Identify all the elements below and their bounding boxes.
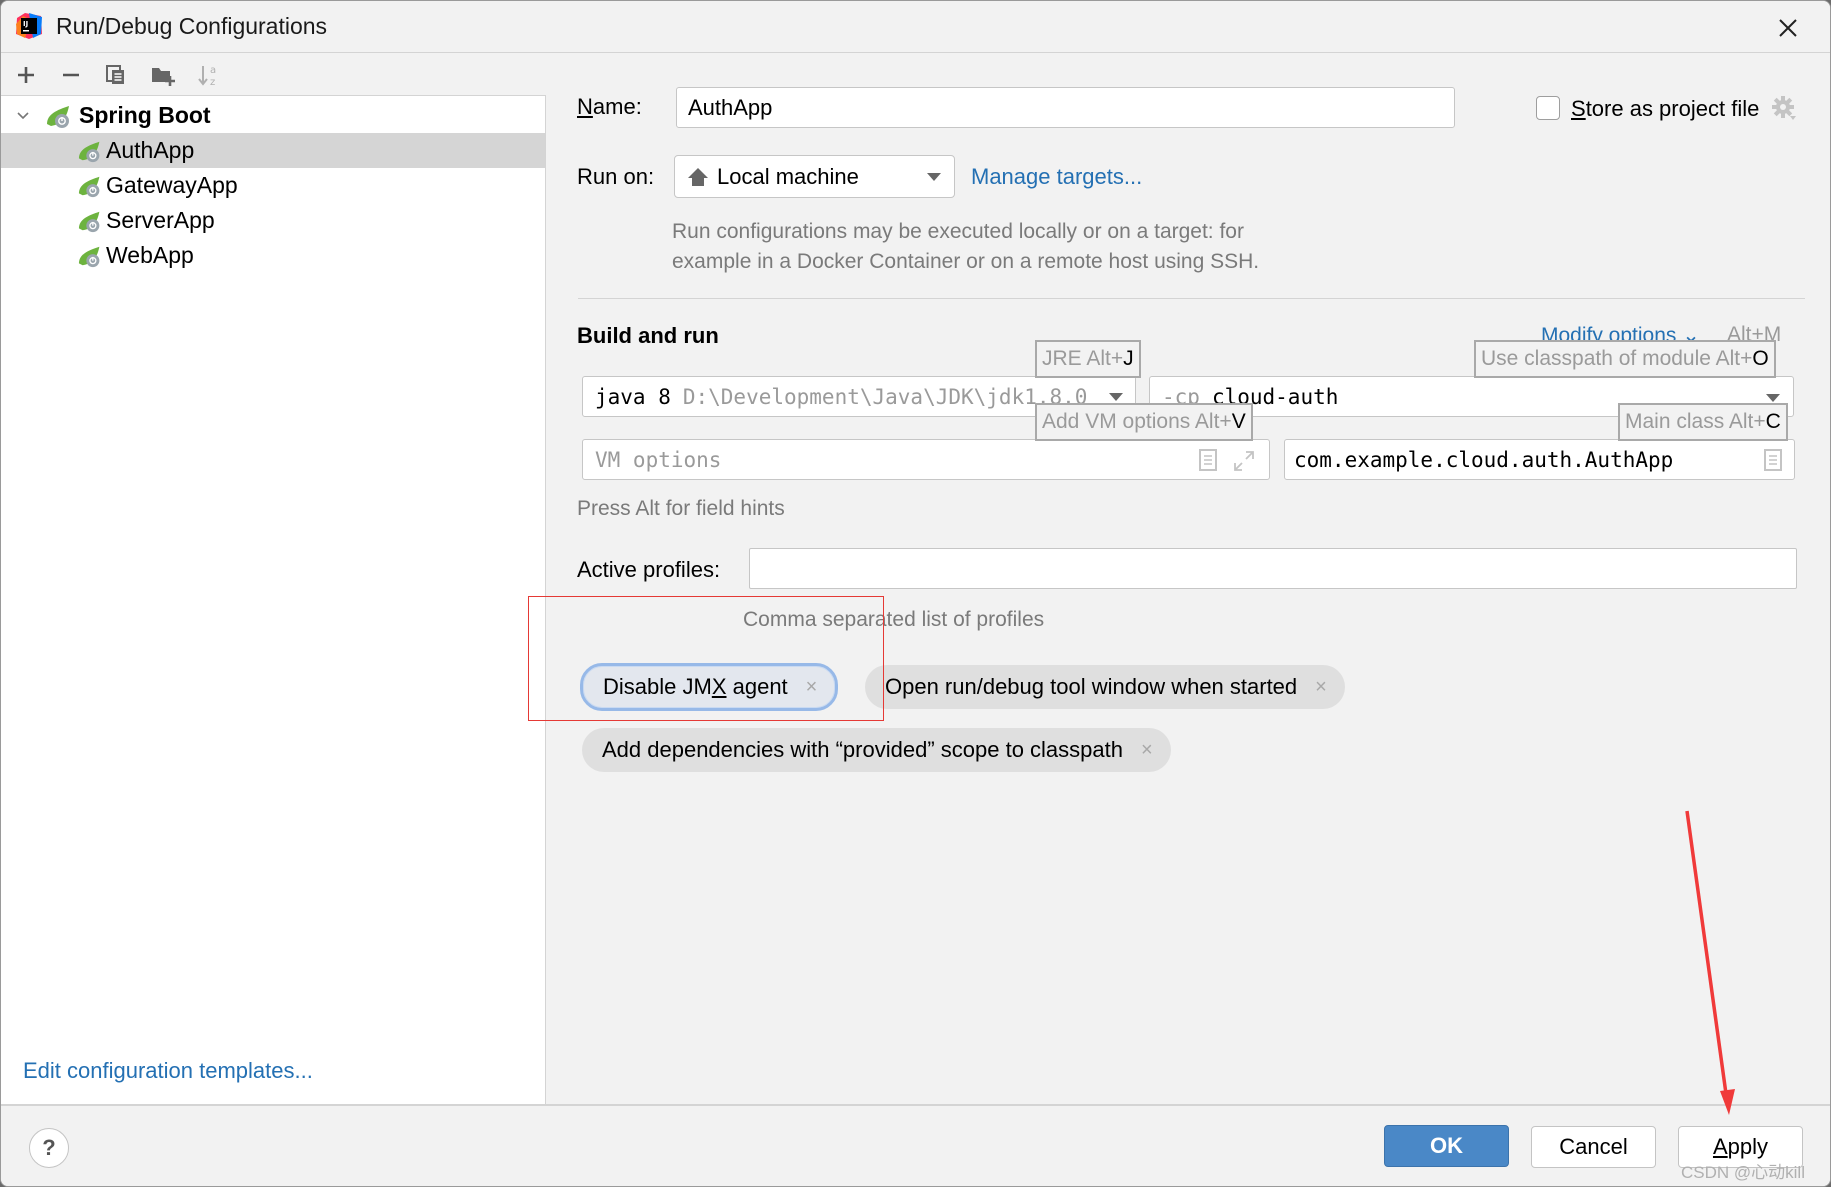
tree-item-authapp[interactable]: AuthApp [1, 133, 545, 168]
move-into-folder-button[interactable] [147, 59, 179, 91]
tree-item-label: GatewayApp [106, 172, 238, 198]
active-profiles-label: Active profiles: [577, 557, 721, 582]
expand-field-icon[interactable] [1233, 450, 1255, 472]
dialog-title: Run/Debug Configurations [56, 13, 328, 39]
remove-configuration-button[interactable] [55, 59, 87, 91]
edit-configuration-templates-link[interactable]: Edit configuration templates... [23, 1058, 313, 1084]
new-folder-icon [152, 68, 175, 86]
ok-button[interactable]: OK [1384, 1125, 1509, 1167]
option-chip-open-tool-window[interactable]: Open run/debug tool window when started … [865, 665, 1345, 709]
dropdown-arrow-icon [1766, 394, 1780, 402]
cancel-button[interactable]: Cancel [1531, 1126, 1656, 1168]
browse-class-icon[interactable] [1764, 449, 1782, 471]
run-on-label: Run on: [577, 164, 655, 189]
dropdown-arrow-icon [1109, 392, 1123, 401]
run-on-value: Local machine [717, 163, 859, 189]
spring-boot-icon [78, 141, 100, 162]
option-chip-disable-jmx-agent[interactable]: Disable JMX agent × [580, 663, 839, 711]
copy-configuration-button[interactable] [100, 59, 132, 91]
vm-options-field[interactable]: VM options [582, 439, 1270, 480]
svg-text:a: a [210, 65, 216, 76]
minus-icon [63, 73, 79, 77]
close-button[interactable] [1771, 11, 1805, 45]
svg-text:z: z [210, 77, 215, 87]
help-button[interactable]: ? [29, 1128, 69, 1168]
run-debug-configurations-dialog: IJ Run/Debug Configurations az Spring Bo… [0, 0, 1831, 1187]
spring-boot-icon [78, 246, 100, 267]
option-chip-add-provided-dependencies[interactable]: Add dependencies with “provided” scope t… [582, 728, 1171, 772]
expand-text-icon[interactable] [1199, 449, 1217, 471]
intellij-idea-icon: IJ [16, 13, 42, 39]
store-as-project-file-label[interactable]: Store as project file [1571, 96, 1759, 122]
plus-icon [18, 67, 34, 83]
name-label: Name: [577, 94, 642, 119]
tree-item-webapp[interactable]: WebApp [1, 238, 545, 273]
arrow-annotation [1685, 810, 1735, 1115]
gear-icon[interactable] [1771, 95, 1797, 121]
spring-boot-icon [78, 211, 100, 232]
spring-boot-icon [47, 105, 69, 128]
title-bar: IJ Run/Debug Configurations [1, 1, 1830, 53]
tree-item-gatewayapp[interactable]: GatewayApp [1, 168, 545, 203]
dropdown-arrow-icon [927, 173, 941, 181]
jre-path: D:\Development\Java\JDK\jdk1.8.0 [682, 384, 1088, 409]
remove-chip-icon[interactable]: × [806, 676, 818, 699]
copy-icon [106, 65, 124, 84]
chip-label: Disable JMX agent [603, 674, 788, 699]
run-on-description-line2: example in a Docker Container or on a re… [672, 250, 1260, 273]
tree-group-label: Spring Boot [79, 102, 211, 128]
tree-item-label: WebApp [106, 242, 194, 268]
configurations-sidebar: az Spring Boot AuthApp GatewayApp Server… [1, 53, 546, 1104]
chip-label: Open run/debug tool window when started [885, 674, 1298, 699]
configurations-toolbar: az [1, 53, 546, 96]
svg-text:IJ: IJ [23, 20, 28, 28]
chip-label: Add dependencies with “provided” scope t… [602, 737, 1123, 762]
run-on-dropdown[interactable]: Local machine [674, 155, 955, 198]
tree-item-serverapp[interactable]: ServerApp [1, 203, 545, 238]
add-configuration-button[interactable] [10, 59, 42, 91]
close-icon [1779, 19, 1797, 37]
store-as-project-file-checkbox[interactable] [1536, 96, 1560, 120]
active-profiles-field[interactable] [749, 548, 1797, 589]
vm-options-placeholder: VM options [595, 447, 722, 472]
spring-boot-icon [78, 176, 100, 197]
active-profiles-hint: Comma separated list of profiles [743, 608, 1045, 631]
main-class-shortcut-hint: Main class Alt+C [1618, 403, 1788, 441]
classpath-shortcut-hint: Use classpath of module Alt+O [1474, 340, 1776, 378]
run-on-description-line1: Run configurations may be executed local… [672, 220, 1244, 243]
remove-chip-icon[interactable]: × [1141, 739, 1153, 762]
build-and-run-heading: Build and run [577, 323, 719, 348]
name-field[interactable]: AuthApp [676, 87, 1455, 128]
section-divider [578, 298, 1805, 299]
watermark: CSDN @心动kill [1681, 1163, 1805, 1182]
jre-shortcut-hint: JRE Alt+J [1035, 340, 1141, 378]
name-field-value: AuthApp [688, 94, 773, 120]
chevron-down-icon[interactable] [15, 108, 31, 124]
manage-targets-link[interactable]: Manage targets... [971, 164, 1142, 190]
tree-item-label: ServerApp [106, 207, 215, 233]
tree-item-label: AuthApp [106, 137, 195, 163]
main-class-value: com.example.cloud.auth.AuthApp [1294, 447, 1674, 472]
sort-alpha-icon: az [198, 65, 216, 87]
vm-options-shortcut-hint: Add VM options Alt+V [1035, 403, 1253, 441]
field-hints-text: Press Alt for field hints [577, 497, 785, 520]
main-class-field[interactable]: com.example.cloud.auth.AuthApp [1284, 439, 1795, 480]
remove-chip-icon[interactable]: × [1315, 676, 1327, 699]
tree-group-spring-boot[interactable]: Spring Boot [1, 98, 545, 133]
sort-configurations-button[interactable]: az [192, 59, 224, 91]
jre-version: java 8 [595, 384, 671, 409]
home-icon [688, 167, 708, 186]
